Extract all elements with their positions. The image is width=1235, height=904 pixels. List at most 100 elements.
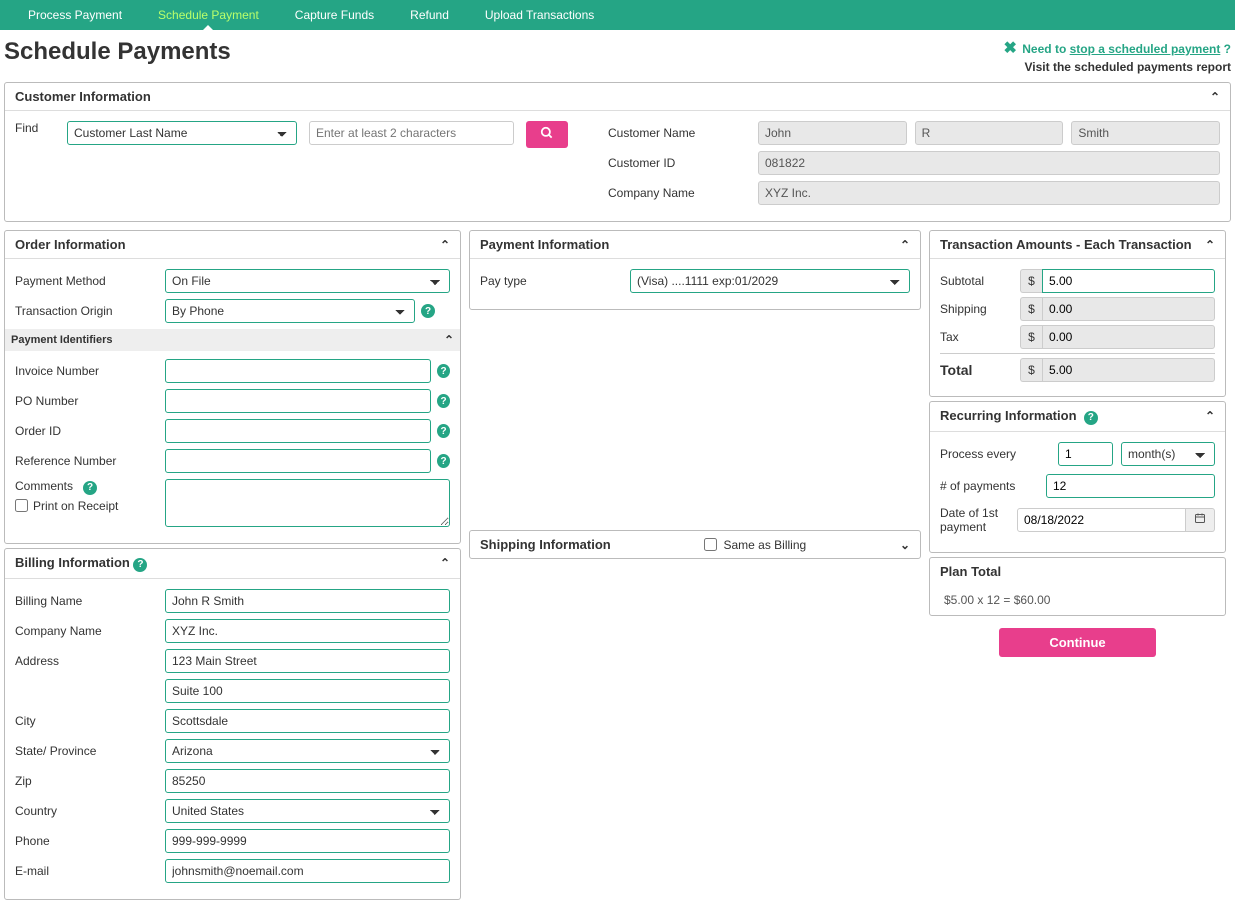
- billing-state-select[interactable]: Arizona: [165, 739, 450, 763]
- order-id-input[interactable]: [165, 419, 431, 443]
- currency-label: $: [1020, 325, 1042, 349]
- billing-address-label: Address: [15, 654, 165, 668]
- help-icon[interactable]: ?: [437, 364, 450, 378]
- collapse-amounts-icon[interactable]: ⌃: [1205, 238, 1215, 252]
- need-to-label: Need to: [1022, 42, 1066, 56]
- payment-method-select[interactable]: On File: [165, 269, 450, 293]
- collapse-identifiers-icon[interactable]: ⌃: [444, 333, 454, 347]
- customer-first-name: [758, 121, 907, 145]
- payment-info-panel: Payment Information ⌃ Pay type (Visa) ..…: [469, 230, 921, 310]
- help-icon[interactable]: ?: [133, 558, 147, 572]
- customer-id: [758, 151, 1220, 175]
- collapse-payment-icon[interactable]: ⌃: [900, 238, 910, 252]
- billing-zip-label: Zip: [15, 774, 165, 788]
- billing-name-input[interactable]: [165, 589, 450, 613]
- nav-schedule-payment[interactable]: Schedule Payment: [140, 1, 277, 29]
- same-as-billing-checkbox[interactable]: [704, 538, 717, 551]
- close-icon[interactable]: ✖: [1004, 40, 1017, 57]
- nav-capture-funds[interactable]: Capture Funds: [277, 1, 392, 29]
- invoice-number-label: Invoice Number: [15, 364, 165, 378]
- company-name: [758, 181, 1220, 205]
- po-number-label: PO Number: [15, 394, 165, 408]
- billing-info-title: Billing Information: [15, 555, 130, 570]
- same-as-billing-label: Same as Billing: [723, 538, 806, 552]
- po-number-input[interactable]: [165, 389, 431, 413]
- reference-number-label: Reference Number: [15, 454, 165, 468]
- payment-info-title: Payment Information: [480, 237, 609, 252]
- num-payments-label: # of payments: [940, 479, 1038, 493]
- process-every-unit-select[interactable]: month(s): [1121, 442, 1215, 466]
- billing-company-label: Company Name: [15, 624, 165, 638]
- customer-info-panel: Customer Information ⌃ Find Customer Las…: [4, 82, 1231, 222]
- find-label: Find: [15, 121, 55, 135]
- billing-state-label: State/ Province: [15, 744, 165, 758]
- invoice-number-input[interactable]: [165, 359, 431, 383]
- stop-scheduled-link[interactable]: stop a scheduled payment: [1070, 42, 1221, 56]
- transaction-amounts-title: Transaction Amounts - Each Transaction: [940, 237, 1192, 252]
- billing-email-input[interactable]: [165, 859, 450, 883]
- header-right: ✖ Need to stop a scheduled payment ? Vis…: [1004, 38, 1231, 74]
- collapse-recurring-icon[interactable]: ⌃: [1205, 409, 1215, 423]
- print-on-receipt-checkbox[interactable]: [15, 499, 28, 512]
- search-button[interactable]: [526, 121, 568, 148]
- recurring-info-panel: Recurring Information ? ⌃ Process every …: [929, 401, 1226, 553]
- comments-textarea[interactable]: [165, 479, 450, 527]
- num-payments-input[interactable]: [1046, 474, 1215, 498]
- billing-address2-input[interactable]: [165, 679, 450, 703]
- help-icon[interactable]: ?: [1084, 411, 1098, 425]
- subtotal-input[interactable]: [1042, 269, 1215, 293]
- expand-shipping-icon[interactable]: ⌄: [900, 538, 910, 552]
- process-every-input[interactable]: [1058, 442, 1113, 466]
- customer-id-label: Customer ID: [608, 156, 758, 170]
- reference-number-input[interactable]: [165, 449, 431, 473]
- billing-phone-label: Phone: [15, 834, 165, 848]
- tax-input: [1042, 325, 1215, 349]
- top-nav: Process Payment Schedule Payment Capture…: [0, 0, 1235, 30]
- currency-label: $: [1020, 269, 1042, 293]
- order-id-label: Order ID: [15, 424, 165, 438]
- search-icon: [540, 128, 554, 143]
- print-on-receipt-label: Print on Receipt: [33, 499, 118, 513]
- help-icon[interactable]: ?: [437, 454, 450, 468]
- company-name-label: Company Name: [608, 186, 758, 200]
- process-every-label: Process every: [940, 447, 1050, 461]
- help-icon[interactable]: ?: [437, 394, 450, 408]
- collapse-customer-icon[interactable]: ⌃: [1210, 90, 1220, 104]
- calendar-icon: [1194, 512, 1206, 527]
- order-info-panel: Order Information ⌃ Payment Method On Fi…: [4, 230, 461, 544]
- billing-phone-input[interactable]: [165, 829, 450, 853]
- billing-city-label: City: [15, 714, 165, 728]
- plan-total-panel: Plan Total $5.00 x 12 = $60.00: [929, 557, 1226, 616]
- find-input[interactable]: [309, 121, 514, 145]
- calendar-button[interactable]: [1186, 508, 1215, 532]
- help-icon[interactable]: ?: [83, 481, 97, 495]
- payment-method-label: Payment Method: [15, 274, 165, 288]
- nav-process-payment[interactable]: Process Payment: [10, 1, 140, 29]
- transaction-origin-select[interactable]: By Phone: [165, 299, 415, 323]
- visit-report-text: Visit the scheduled payments report: [1004, 60, 1231, 74]
- billing-country-select[interactable]: United States: [165, 799, 450, 823]
- first-date-label: Date of 1st payment: [940, 506, 1009, 534]
- help-icon[interactable]: ?: [421, 304, 435, 318]
- pay-type-select[interactable]: (Visa) ....1111 exp:01/2029: [630, 269, 910, 293]
- collapse-order-icon[interactable]: ⌃: [440, 238, 450, 252]
- billing-city-input[interactable]: [165, 709, 450, 733]
- nav-refund[interactable]: Refund: [392, 1, 467, 29]
- billing-company-input[interactable]: [165, 619, 450, 643]
- plan-total-text: $5.00 x 12 = $60.00: [930, 585, 1225, 615]
- pay-type-label: Pay type: [480, 274, 630, 288]
- customer-middle-name: [915, 121, 1064, 145]
- find-by-select[interactable]: Customer Last Name: [67, 121, 297, 145]
- billing-address1-input[interactable]: [165, 649, 450, 673]
- billing-email-label: E-mail: [15, 864, 165, 878]
- currency-label: $: [1020, 358, 1042, 382]
- help-icon[interactable]: ?: [437, 424, 450, 438]
- continue-button[interactable]: Continue: [999, 628, 1155, 657]
- collapse-billing-icon[interactable]: ⌃: [440, 556, 450, 570]
- billing-name-label: Billing Name: [15, 594, 165, 608]
- nav-upload-transactions[interactable]: Upload Transactions: [467, 1, 612, 29]
- customer-name-label: Customer Name: [608, 126, 758, 140]
- shipping-label: Shipping: [940, 302, 1020, 316]
- first-date-input[interactable]: [1017, 508, 1186, 532]
- plan-total-title: Plan Total: [940, 564, 1001, 579]
